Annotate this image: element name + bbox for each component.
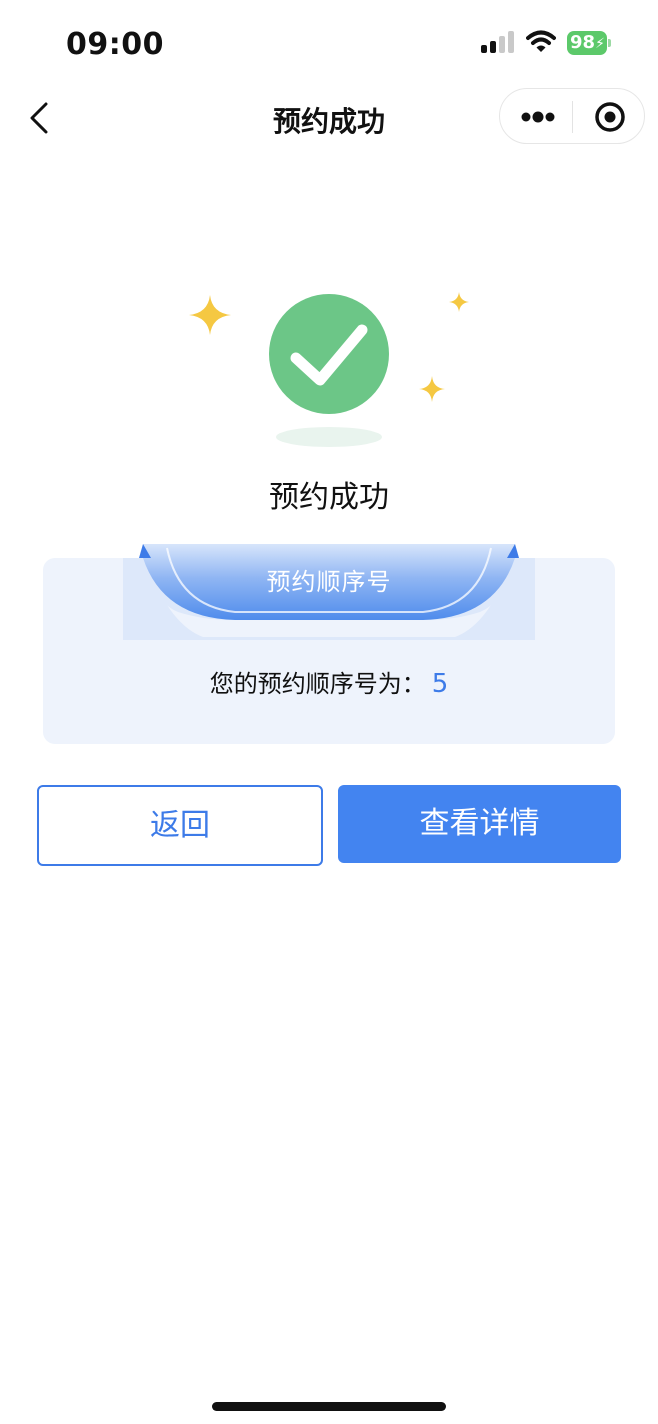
more-dots-icon[interactable] — [516, 99, 560, 135]
result-title: 预约成功 — [269, 480, 389, 515]
capsule-divider — [572, 101, 573, 133]
status-time: 09:00 — [66, 27, 164, 62]
sparkle-icon — [419, 376, 445, 402]
sparkle-icon — [449, 292, 469, 312]
order-banner-label: 预约顺序号 — [266, 568, 392, 596]
order-number-card: 预约顺序号 您的预约顺序号为： 5 — [43, 544, 615, 744]
status-bar: 09:00 98⚡ — [0, 0, 658, 88]
home-indicator — [212, 1402, 446, 1411]
mini-program-capsule — [499, 88, 645, 144]
view-details-button[interactable]: 查看详情 — [338, 785, 621, 863]
battery-level: 98 — [570, 32, 596, 53]
sparkle-icon — [189, 295, 231, 335]
battery-icon: 98⚡ — [567, 31, 611, 55]
wifi-icon — [526, 30, 556, 54]
charging-bolt-icon: ⚡ — [595, 36, 605, 52]
target-circle-icon[interactable] — [590, 99, 630, 135]
cellular-signal-icon — [481, 31, 515, 53]
order-number-value: 5 — [431, 669, 449, 699]
back-button[interactable]: 返回 — [37, 785, 323, 866]
order-number-label: 您的预约顺序号为： — [209, 670, 426, 698]
nav-bar: 预约成功 — [0, 88, 658, 148]
check-circle-icon — [269, 294, 389, 414]
success-illustration — [180, 280, 480, 460]
order-number-info: 您的预约顺序号为： 5 — [43, 664, 615, 699]
